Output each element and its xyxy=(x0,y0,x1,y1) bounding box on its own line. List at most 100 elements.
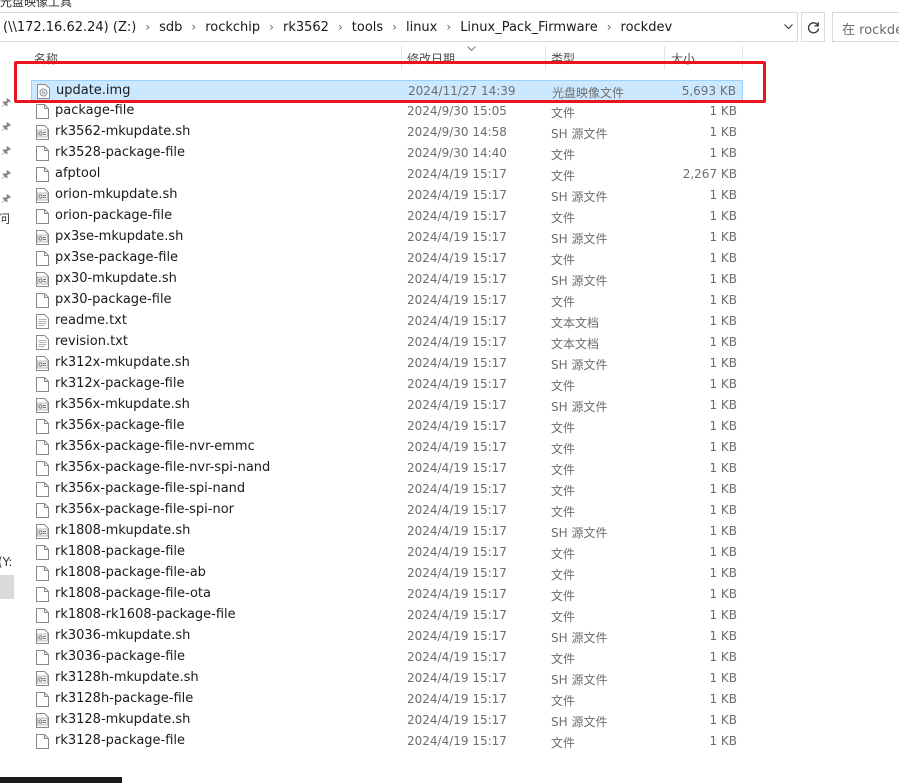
file-row[interactable]: rk356x-package-file-spi-nor 2024/4/19 15:… xyxy=(31,500,743,521)
breadcrumb-item[interactable]: tools xyxy=(349,20,386,35)
taskbar-edge xyxy=(0,777,122,783)
breadcrumb-item[interactable]: Linux_Pack_Firmware xyxy=(457,20,601,35)
file-size: 1 KB xyxy=(709,398,737,412)
file-type: SH 源文件 xyxy=(551,274,608,288)
file-row[interactable]: px30-package-file 2024/4/19 15:17 文件 1 KB xyxy=(31,290,743,311)
file-name: rk356x-package-file xyxy=(55,418,185,433)
nav-item-cut[interactable]: (Y: xyxy=(0,555,12,569)
file-size: 1 KB xyxy=(709,650,737,664)
file-row[interactable]: rk312x-mkupdate.sh 2024/4/19 15:17 SH 源文件 1… xyxy=(31,353,743,374)
file-row[interactable]: rk3528-package-file 2024/9/30 14:40 文件 1 KB xyxy=(31,143,743,164)
file-type: 文件 xyxy=(551,253,576,267)
file-size: 1 KB xyxy=(709,692,737,706)
file-row[interactable]: rk3562-mkupdate.sh 2024/9/30 14:58 SH 源文件 1… xyxy=(31,122,743,143)
file-row[interactable]: rk1808-package-file-ab 2024/4/19 15:17 文件 1… xyxy=(31,563,743,584)
text-document-icon xyxy=(36,314,49,329)
file-row[interactable]: rk356x-package-file-nvr-spi-nand 2024/4/1… xyxy=(31,458,743,479)
file-row[interactable]: rk3128h-package-file 2024/4/19 15:17 文件 1 K… xyxy=(31,689,743,710)
pin-icon[interactable]: 🖈 xyxy=(1,166,13,181)
script-icon xyxy=(36,629,49,644)
file-row[interactable]: rk356x-package-file 2024/4/19 15:17 文件 1 KB xyxy=(31,416,743,437)
file-modified-date: 2024/4/19 15:17 xyxy=(407,356,507,370)
file-row[interactable]: rk3036-mkupdate.sh 2024/4/19 15:17 SH 源文件 1… xyxy=(31,626,743,647)
file-type: 文件 xyxy=(551,547,576,561)
file-size: 1 KB xyxy=(709,566,737,580)
file-row[interactable]: rk3128h-mkupdate.sh 2024/4/19 15:17 SH 源文件… xyxy=(31,668,743,689)
file-type: SH 源文件 xyxy=(551,358,608,372)
file-row[interactable]: rk1808-package-file-ota 2024/4/19 15:17 文件… xyxy=(31,584,743,605)
breadcrumb-separator-icon[interactable]: › xyxy=(332,20,349,34)
file-row[interactable]: rk3036-package-file 2024/4/19 15:17 文件 1 KB xyxy=(31,647,743,668)
search-input[interactable]: 在 rockdev 中搜索 xyxy=(832,12,899,42)
file-row[interactable]: orion-mkupdate.sh 2024/4/19 15:17 SH 源文件 1 … xyxy=(31,185,743,206)
file-modified-date: 2024/4/19 15:17 xyxy=(407,461,507,475)
file-row[interactable]: rk1808-mkupdate.sh 2024/4/19 15:17 SH 源文件 1… xyxy=(31,521,743,542)
file-row[interactable]: package-file 2024/9/30 15:05 文件 1 KB xyxy=(31,101,743,122)
file-icon xyxy=(36,167,49,182)
file-size: 1 KB xyxy=(709,335,737,349)
file-row[interactable]: rk312x-package-file 2024/4/19 15:17 文件 1 KB xyxy=(31,374,743,395)
file-row[interactable]: px3se-mkupdate.sh 2024/4/19 15:17 SH 源文件 1 … xyxy=(31,227,743,248)
file-size: 1 KB xyxy=(709,545,737,559)
file-row[interactable]: readme.txt 2024/4/19 15:17 文本文档 1 KB xyxy=(31,311,743,332)
file-row[interactable]: revision.txt 2024/4/19 15:17 文本文档 1 KB xyxy=(31,332,743,353)
file-row[interactable]: rk3128-package-file 2024/4/19 15:17 文件 1 KB xyxy=(31,731,743,752)
file-size: 1 KB xyxy=(709,251,737,265)
file-icon xyxy=(36,503,49,518)
file-type: SH 源文件 xyxy=(551,127,608,141)
file-type: SH 源文件 xyxy=(551,631,608,645)
file-row[interactable]: px3se-package-file 2024/4/19 15:17 文件 1 KB xyxy=(31,248,743,269)
pin-icon[interactable]: 🖈 xyxy=(1,190,13,205)
file-modified-date: 2024/4/19 15:17 xyxy=(407,398,507,412)
file-row[interactable]: rk3128-mkupdate.sh 2024/4/19 15:17 SH 源文件 1… xyxy=(31,710,743,731)
file-modified-date: 2024/4/19 15:17 xyxy=(407,335,507,349)
breadcrumb-item[interactable]: rk3562 xyxy=(280,20,332,35)
breadcrumb-item[interactable]: rockdev xyxy=(618,20,676,35)
file-row[interactable]: rk356x-package-file-nvr-emmc 2024/4/19 15… xyxy=(31,437,743,458)
address-bar[interactable]: (\\172.16.62.24) (Z:) › sdb › rockchip › rk356… xyxy=(0,12,798,42)
file-modified-date: 2024/4/19 15:17 xyxy=(407,713,507,727)
breadcrumb-item[interactable]: sdb xyxy=(156,20,185,35)
file-size: 1 KB xyxy=(709,314,737,328)
breadcrumb-separator-icon[interactable]: › xyxy=(263,20,280,34)
breadcrumb-item[interactable]: (\\172.16.62.24) (Z:) xyxy=(0,20,139,35)
pin-icon[interactable]: 🖈 xyxy=(1,118,13,133)
breadcrumb-separator-icon[interactable]: › xyxy=(185,20,202,34)
breadcrumb-separator-icon[interactable]: › xyxy=(386,20,403,34)
file-row[interactable]: afptool 2024/4/19 15:17 文件 2,267 KB xyxy=(31,164,743,185)
breadcrumb-item[interactable]: rockchip xyxy=(202,20,263,35)
file-icon xyxy=(36,482,49,497)
file-type: 文件 xyxy=(551,505,576,519)
file-modified-date: 2024/4/19 15:17 xyxy=(407,230,507,244)
nav-scrollbar-thumb[interactable] xyxy=(0,575,14,599)
pin-icon[interactable]: 🖈 xyxy=(1,142,13,157)
file-type: SH 源文件 xyxy=(551,673,608,687)
breadcrumb-separator-icon[interactable]: › xyxy=(440,20,457,34)
file-row[interactable]: rk356x-package-file-spi-nand 2024/4/19 15… xyxy=(31,479,743,500)
file-type: SH 源文件 xyxy=(551,526,608,540)
file-name: rk356x-package-file-nvr-spi-nand xyxy=(55,460,271,475)
nav-item-cut[interactable]: 问 xyxy=(0,210,10,227)
breadcrumb-separator-icon[interactable]: › xyxy=(601,20,618,34)
file-row[interactable]: orion-package-file 2024/4/19 15:17 文件 1 KB xyxy=(31,206,743,227)
address-history-button[interactable] xyxy=(780,17,796,37)
file-row[interactable]: px30-mkupdate.sh 2024/4/19 15:17 SH 源文件 1 K… xyxy=(31,269,743,290)
file-type: 文件 xyxy=(551,694,576,708)
refresh-button[interactable] xyxy=(801,12,825,42)
file-row[interactable]: rk356x-mkupdate.sh 2024/4/19 15:17 SH 源文件 1… xyxy=(31,395,743,416)
file-modified-date: 2024/4/19 15:17 xyxy=(407,650,507,664)
file-type: 文件 xyxy=(551,736,576,750)
file-name: afptool xyxy=(55,166,101,181)
breadcrumb-item[interactable]: linux xyxy=(403,20,440,35)
file-row[interactable]: rk1808-package-file 2024/4/19 15:17 文件 1 KB xyxy=(31,542,743,563)
pin-icon[interactable]: 🖈 xyxy=(1,94,13,109)
file-size: 1 KB xyxy=(709,419,737,433)
file-row[interactable]: rk1808-rk1608-package-file 2024/4/19 15:1… xyxy=(31,605,743,626)
file-modified-date: 2024/4/19 15:17 xyxy=(407,482,507,496)
file-name: rk3128-package-file xyxy=(55,733,186,748)
file-name: rk3128-mkupdate.sh xyxy=(55,712,191,727)
file-name: rk1808-package-file-ota xyxy=(55,586,211,601)
breadcrumb-separator-icon[interactable]: › xyxy=(139,20,156,34)
script-icon xyxy=(36,398,49,413)
file-icon xyxy=(36,440,49,455)
